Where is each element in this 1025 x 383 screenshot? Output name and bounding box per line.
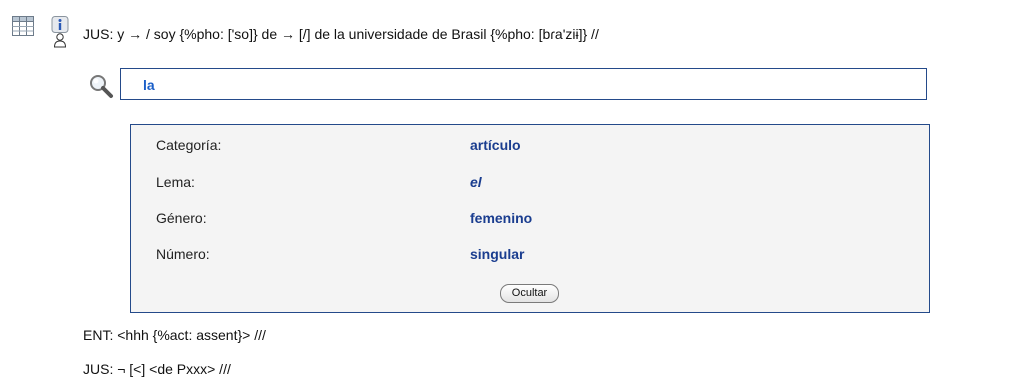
field-gender: Género: femenino: [156, 210, 916, 230]
search-value: la: [143, 77, 155, 93]
field-label: Género:: [156, 210, 207, 226]
field-label: Categoría:: [156, 137, 222, 153]
utterance-ent: ENT: <hhh {%act: assent}> ///: [83, 327, 266, 343]
field-lemma: Lema: el: [156, 174, 916, 194]
utterance-jus-1: JUS: y → / soy {%pho: ['so]} de → [/] de…: [83, 26, 599, 42]
search-input[interactable]: la: [120, 68, 927, 100]
magnifier-icon[interactable]: [88, 73, 114, 99]
word-info-panel: Categoría: artículo Lema: el Género: fem…: [130, 124, 930, 313]
field-category: Categoría: artículo: [156, 137, 916, 157]
utterance-jus-2: JUS: ¬ [<] <de Pxxx> ///: [83, 361, 231, 377]
field-label: Número:: [156, 246, 210, 262]
table-icon[interactable]: [12, 16, 34, 36]
field-value: artículo: [470, 137, 521, 153]
field-value: el: [470, 174, 482, 190]
field-value: singular: [470, 246, 525, 262]
field-value: femenino: [470, 210, 533, 226]
hide-button[interactable]: Ocultar: [500, 284, 559, 303]
field-label: Lema:: [156, 174, 195, 190]
field-number: Número: singular: [156, 246, 916, 266]
info-user-icon[interactable]: [49, 16, 71, 50]
